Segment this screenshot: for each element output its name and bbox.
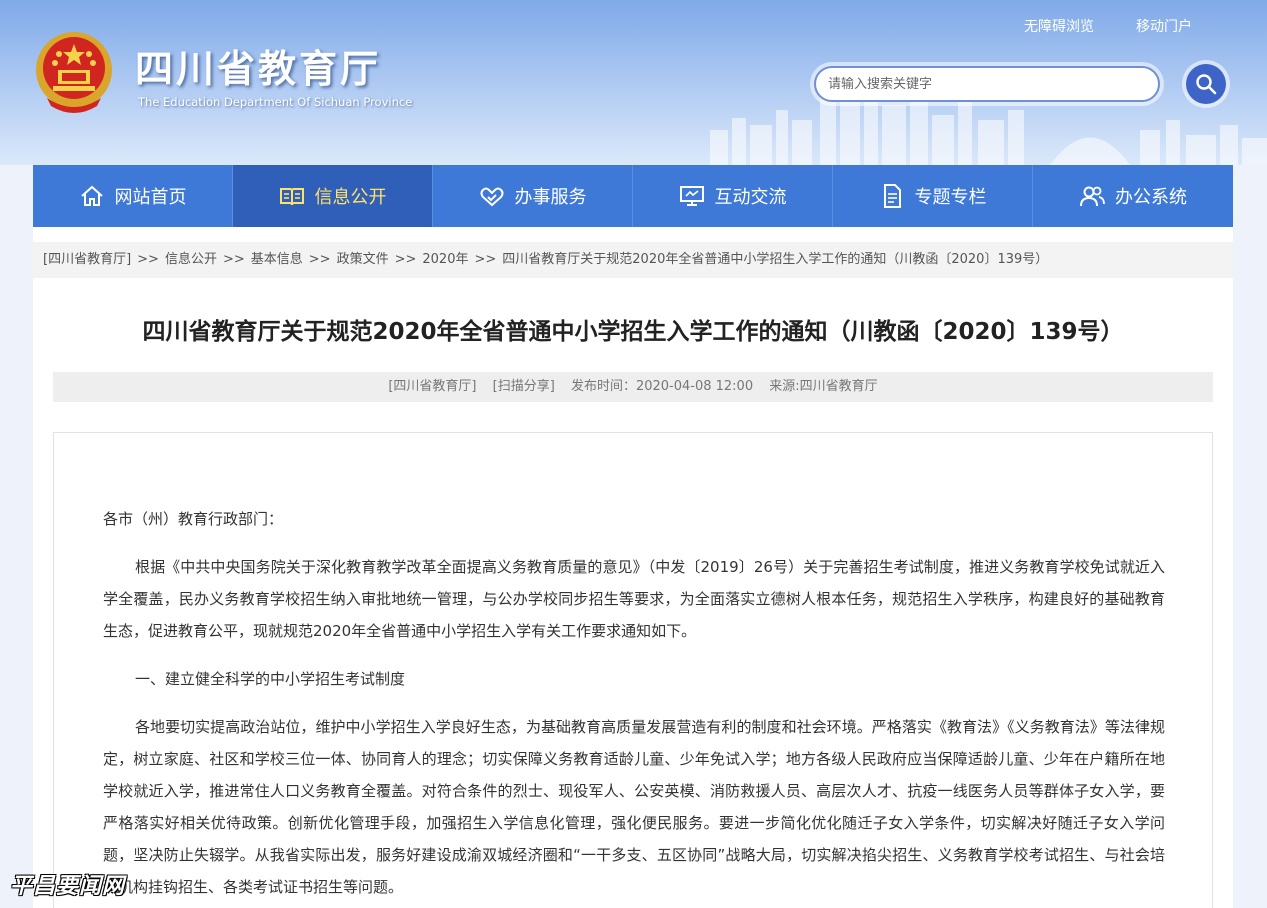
mobile-portal-link[interactable]: 移动门户: [1136, 16, 1192, 36]
document-icon: [883, 184, 901, 208]
nav-label: 办事服务: [514, 187, 587, 208]
nav-item-services[interactable]: 办事服务: [433, 165, 633, 227]
publish-time: 发布时间：2020-04-08 12:00: [570, 379, 754, 394]
home-icon: [80, 185, 103, 206]
nav-item-interaction[interactable]: 互动交流: [633, 165, 833, 227]
nav-item-special-topics[interactable]: 专题专栏: [833, 165, 1033, 227]
handshake-icon: [480, 187, 503, 207]
article-salutation: 各市（州）教育行政部门：: [103, 510, 284, 528]
article-title: 四川省教育厅关于规范2020年全省普通中小学招生入学工作的通知（川教函〔2020…: [142, 319, 1124, 345]
scan-share-link[interactable]: [扫描分享]: [493, 379, 555, 394]
article-meta: [四川省教育厅] [扫描分享] 发布时间：2020-04-08 12:00 来源…: [53, 372, 1213, 402]
breadcrumb-item-current[interactable]: 四川省教育厅关于规范2020年全省普通中小学招生入学工作的通知（川教函〔2020…: [502, 252, 1048, 267]
breadcrumb-separator: >>: [474, 252, 497, 267]
breadcrumb-item-home[interactable]: [四川省教育厅]: [43, 252, 131, 267]
nav-label: 专题专栏: [914, 187, 987, 208]
nav-label: 办公系统: [1115, 187, 1187, 208]
article-section-heading: 一、建立健全科学的中小学招生考试制度: [135, 670, 406, 688]
nav-label: 网站首页: [114, 187, 187, 208]
nav-item-home[interactable]: 网站首页: [33, 165, 233, 227]
breadcrumb-separator: >>: [137, 252, 159, 267]
top-links: 无障碍浏览 移动门户: [1024, 16, 1192, 36]
monitor-icon: [679, 186, 704, 206]
meta-source-tag[interactable]: [四川省教育厅]: [388, 379, 476, 394]
article-origin: 来源:四川省教育厅: [769, 379, 878, 394]
breadcrumb-item-info-disclosure[interactable]: 信息公开: [165, 252, 217, 267]
nav-label: 互动交流: [714, 187, 787, 208]
nav-label: 信息公开: [314, 187, 387, 208]
article-paragraph: 根据《中共中央国务院关于深化教育教学改革全面提高义务教育质量的意见》（中发〔20…: [103, 558, 1165, 640]
article-body: 各市（州）教育行政部门： 根据《中共中央国务院关于深化教育教学改革全面提高义务教…: [103, 503, 1165, 908]
site-title: 四川省教育厅: [135, 46, 382, 91]
breadcrumb-separator: >>: [308, 252, 331, 267]
breadcrumb-item-year[interactable]: 2020年: [422, 252, 468, 267]
breadcrumb-item-basic-info[interactable]: 基本信息: [251, 252, 303, 267]
search-button[interactable]: [1182, 60, 1230, 108]
watermark: 平昌要闻网: [10, 874, 126, 899]
nav-item-info-disclosure[interactable]: 信息公开: [233, 165, 433, 227]
users-icon: [1080, 186, 1105, 207]
breadcrumb-separator: >>: [394, 252, 417, 267]
breadcrumb-item-policy-docs[interactable]: 政策文件: [337, 252, 389, 267]
site-subtitle: The Education Department Of Sichuan Prov…: [138, 95, 413, 109]
breadcrumb: [四川省教育厅] >> 信息公开 >> 基本信息 >> 政策文件 >> 2020年 >> 四川省教育…: [33, 242, 1233, 278]
search-input[interactable]: [814, 66, 1160, 102]
article-paragraph: 各地要切实提高政治站位，维护中小学招生入学良好生态，为基础教育高质量发展营造有利…: [103, 718, 1165, 896]
nav-item-office-system[interactable]: 办公系统: [1033, 165, 1233, 227]
national-emblem-logo: [36, 32, 112, 113]
accessibility-link[interactable]: 无障碍浏览: [1024, 16, 1094, 36]
search-icon: [1196, 74, 1217, 95]
book-icon: [279, 188, 304, 206]
search-box: [810, 62, 1164, 106]
site-header: 无障碍浏览 移动门户 四川省教育厅 The Education Departme…: [0, 0, 1267, 165]
main-nav: 网站首页 信息公开 办事服务 互动交流 专题专栏 办公系统: [33, 165, 1233, 227]
breadcrumb-separator: >>: [222, 252, 245, 267]
